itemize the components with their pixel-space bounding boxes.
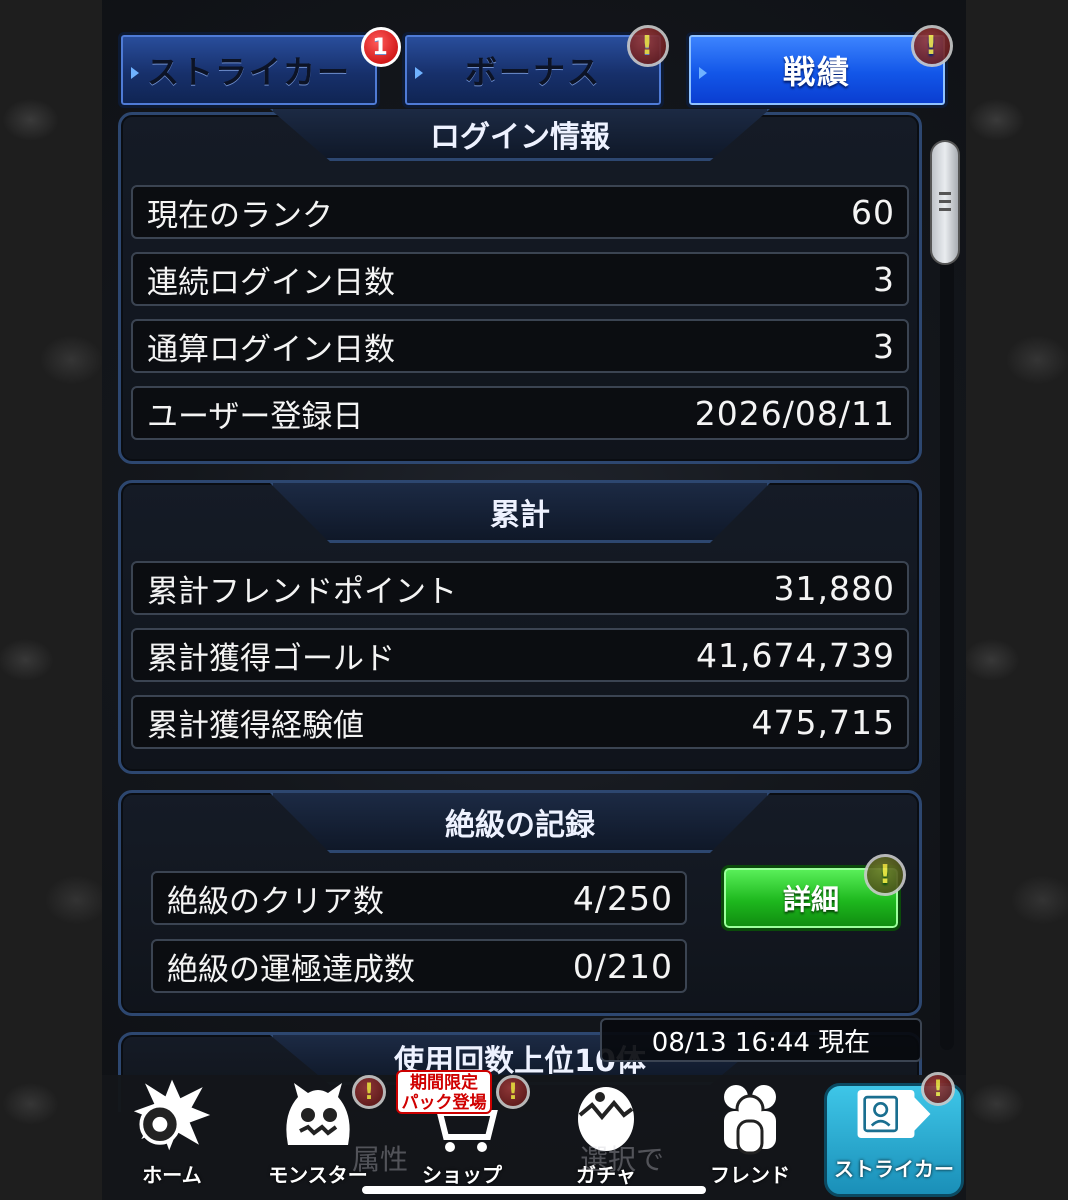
tab-striker[interactable]: ストライカー 1 — [118, 27, 401, 108]
grip-line — [939, 208, 951, 211]
stat-value: 41,674,739 — [696, 635, 895, 675]
stat-label: 累計獲得ゴールド — [147, 640, 395, 677]
tab-label: 戦績 — [782, 53, 851, 91]
tab-bonus[interactable]: ボーナス ! — [402, 25, 669, 108]
tab-arrow-icon — [415, 67, 423, 79]
zekkyu-record-panel: 絶級の記録 絶級のクリア数 4/250 絶級の運極達成数 0/210 詳細 ! — [118, 790, 922, 1016]
nav-label: ストライカー — [834, 1157, 954, 1181]
stat-row: 絶級の運極達成数 0/210 — [151, 939, 687, 993]
total-panel: 累計 累計フレンドポイント 31,880 累計獲得ゴールド 41,674,739… — [118, 480, 922, 774]
stat-value: 2026/08/11 — [694, 393, 895, 433]
nav-label: ショップ — [422, 1163, 502, 1187]
nav-striker[interactable]: ストライカー ! — [824, 1072, 964, 1197]
nav-friend[interactable]: フレンド — [680, 1075, 820, 1200]
stat-label: 現在のランク — [147, 197, 333, 234]
background-ghost-text: 属性 — [352, 1143, 409, 1176]
grip-line — [939, 192, 951, 195]
nav-label: ホーム — [142, 1163, 202, 1187]
stat-label: 通算ログイン日数 — [147, 331, 395, 368]
section-title: 累計 — [270, 483, 770, 543]
login-info-panel: ログイン情報 現在のランク 60 連続ログイン日数 3 通算ログイン日数 3 ユ… — [118, 109, 922, 464]
detail-button[interactable]: 詳細 ! — [721, 854, 906, 931]
background-ghost-text: 選択で — [580, 1143, 665, 1176]
stat-label: 絶級のクリア数 — [167, 883, 384, 920]
stat-value: 0/210 — [572, 946, 673, 986]
limited-pack-banner[interactable]: 期間限定 パック登場 — [396, 1070, 492, 1114]
stat-value: 475,715 — [751, 702, 895, 742]
alert-icon: ! — [864, 854, 906, 896]
scrollbar-thumb[interactable] — [930, 140, 960, 265]
grip-line — [939, 200, 951, 203]
alert-icon: ! — [627, 25, 669, 67]
promo-line: パック登場 — [401, 1093, 487, 1113]
stat-row: 累計フレンドポイント 31,880 — [131, 561, 909, 615]
tab-label: ボーナス — [464, 53, 601, 91]
friends-icon — [710, 1075, 790, 1155]
section-title: 絶級の記録 — [270, 793, 770, 853]
stat-value: 3 — [873, 326, 895, 366]
section-title: ログイン情報 — [270, 109, 770, 161]
home-burst-icon — [132, 1075, 212, 1155]
alert-icon: ! — [921, 1072, 955, 1106]
bottom-nav: ホーム モンスター ! ショップ ! ガチャ フレンド ストライカー ! — [102, 1072, 966, 1200]
nav-home[interactable]: ホーム — [102, 1075, 242, 1200]
tab-arrow-icon — [699, 67, 707, 79]
stat-label: 累計フレンドポイント — [147, 573, 457, 610]
stat-value: 60 — [851, 192, 895, 232]
stone-wall-left — [0, 0, 102, 1200]
nav-label: フレンド — [710, 1163, 790, 1187]
tab-arrow-icon — [131, 67, 139, 79]
stat-row: 絶級のクリア数 4/250 — [151, 871, 687, 925]
stat-row: ユーザー登録日 2026/08/11 — [131, 386, 909, 440]
detail-button-label: 詳細 — [782, 883, 839, 916]
notification-count-badge: 1 — [361, 27, 401, 67]
stat-row: 連続ログイン日数 3 — [131, 252, 909, 306]
stat-row: 累計獲得ゴールド 41,674,739 — [131, 628, 909, 682]
stat-row: 累計獲得経験値 475,715 — [131, 695, 909, 749]
alert-icon: ! — [496, 1075, 530, 1109]
stat-value: 3 — [873, 259, 895, 299]
stat-label: 累計獲得経験値 — [147, 707, 364, 744]
stat-row: 現在のランク 60 — [131, 185, 909, 239]
stone-wall-right — [966, 0, 1068, 1200]
stat-label: 連続ログイン日数 — [147, 264, 395, 301]
stat-row: 通算ログイン日数 3 — [131, 319, 909, 373]
alert-icon: ! — [352, 1075, 386, 1109]
timestamp-label: 08/13 16:44 現在 — [600, 1018, 922, 1062]
alert-icon: ! — [911, 25, 953, 67]
stat-label: ユーザー登録日 — [147, 398, 364, 435]
home-indicator[interactable] — [362, 1186, 706, 1194]
stat-value: 4/250 — [572, 878, 673, 918]
tab-label: ストライカー — [146, 53, 351, 91]
monster-icon — [278, 1075, 358, 1155]
scrollbar-track[interactable] — [940, 140, 954, 1050]
stat-label: 絶級の運極達成数 — [167, 951, 415, 988]
promo-line: 期間限定 — [410, 1073, 478, 1093]
tab-record[interactable]: 戦績 ! — [686, 25, 953, 108]
stat-value: 31,880 — [773, 568, 895, 608]
